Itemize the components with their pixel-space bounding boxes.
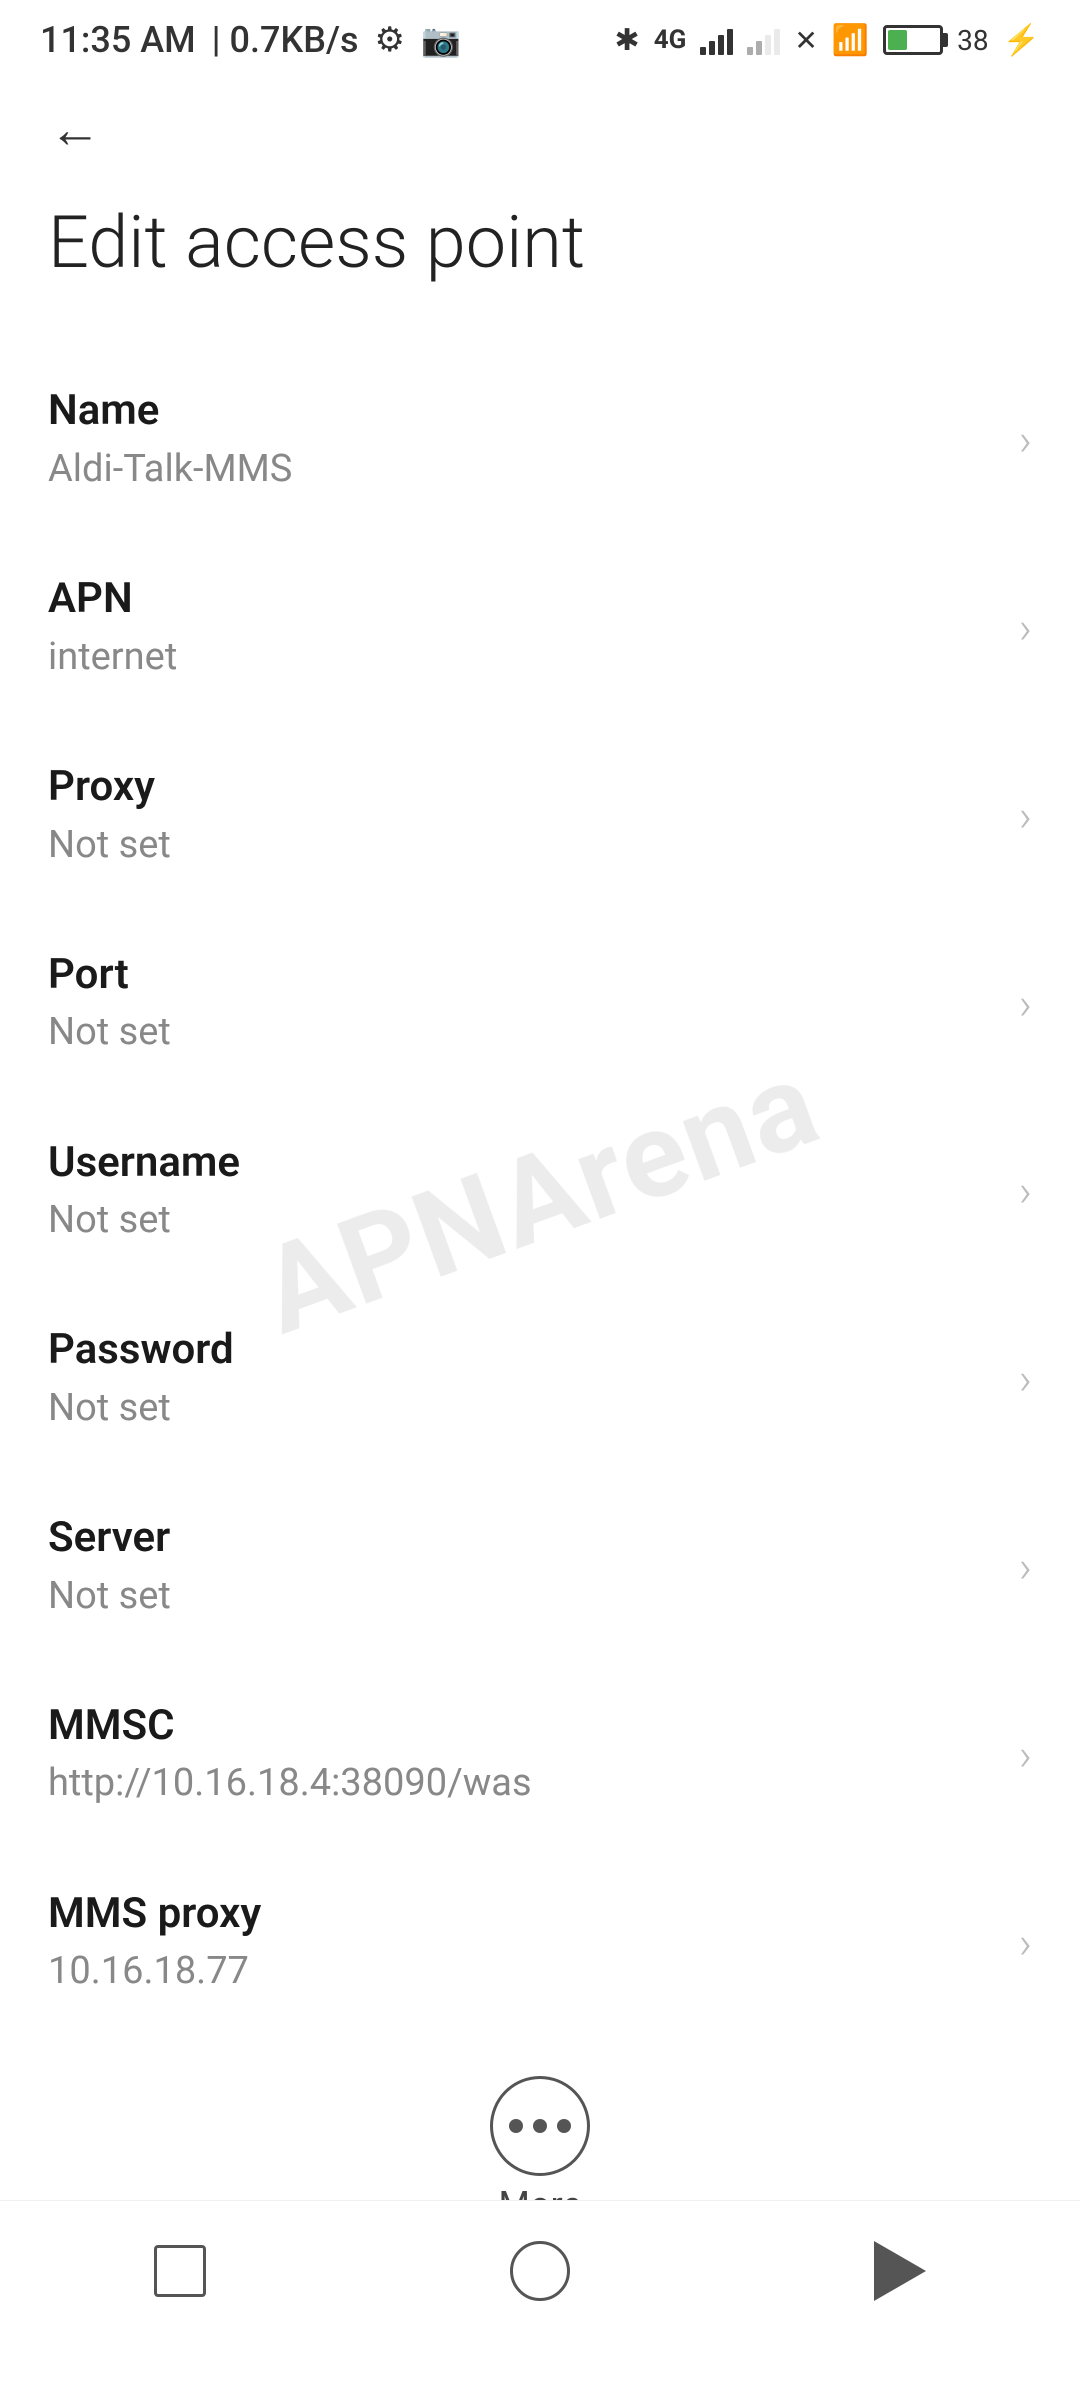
signal-bars-2 xyxy=(747,25,780,55)
settings-value-mms-proxy: 10.16.18.77 xyxy=(48,1945,999,1998)
more-dot-2 xyxy=(533,2119,547,2133)
settings-label-password: Password xyxy=(48,1323,999,1378)
settings-item-apn-content: APN internet xyxy=(48,572,999,684)
signal-cross-icon: ✕ xyxy=(794,24,817,57)
chevron-icon-apn: › xyxy=(1019,602,1032,654)
settings-item-port-content: Port Not set xyxy=(48,948,999,1060)
back-button[interactable]: ← xyxy=(40,95,110,165)
nav-home-button[interactable] xyxy=(495,2226,585,2316)
back-arrow-icon: ← xyxy=(49,104,101,156)
settings-item-password[interactable]: Password Not set › xyxy=(0,1285,1080,1473)
video-icon: 📷 xyxy=(421,21,461,59)
settings-item-proxy-content: Proxy Not set xyxy=(48,760,999,872)
settings-item-mmsc-content: MMSC http://10.16.18.4:38090/was xyxy=(48,1699,999,1811)
status-bar: 11:35 AM | 0.7KB/s ⚙ 📷 ✱ 4G ✕ 📶 38 ⚡ xyxy=(0,0,1080,80)
recent-apps-icon xyxy=(154,2245,206,2297)
settings-item-name-content: Name Aldi-Talk-MMS xyxy=(48,384,999,496)
bluetooth-icon: ✱ xyxy=(615,23,640,58)
chevron-icon-server: › xyxy=(1019,1541,1032,1593)
settings-item-port[interactable]: Port Not set › xyxy=(0,910,1080,1098)
settings-value-mmsc: http://10.16.18.4:38090/was xyxy=(48,1757,999,1810)
settings-item-apn[interactable]: APN internet › xyxy=(0,534,1080,722)
chevron-icon-mmsc: › xyxy=(1019,1729,1032,1781)
chevron-icon-proxy: › xyxy=(1019,790,1032,842)
network-4g-icon: 4G xyxy=(654,25,687,55)
settings-value-server: Not set xyxy=(48,1570,999,1623)
navigation-bar xyxy=(0,2200,1080,2340)
settings-item-password-content: Password Not set xyxy=(48,1323,999,1435)
signal-bars-1 xyxy=(700,25,733,55)
settings-item-proxy[interactable]: Proxy Not set › xyxy=(0,722,1080,910)
settings-label-server: Server xyxy=(48,1511,999,1566)
status-left: 11:35 AM | 0.7KB/s ⚙ 📷 xyxy=(40,19,461,61)
chevron-icon-port: › xyxy=(1019,978,1032,1030)
settings-list: Name Aldi-Talk-MMS › APN internet › Prox… xyxy=(0,346,1080,2036)
charging-icon: ⚡ xyxy=(1003,23,1040,58)
battery-indicator xyxy=(883,25,943,55)
settings-label-apn: APN xyxy=(48,572,999,627)
settings-value-proxy: Not set xyxy=(48,819,999,872)
settings-value-apn: internet xyxy=(48,631,999,684)
settings-item-mms-proxy-content: MMS proxy 10.16.18.77 xyxy=(48,1887,999,1999)
settings-item-name[interactable]: Name Aldi-Talk-MMS › xyxy=(0,346,1080,534)
settings-label-mms-proxy: MMS proxy xyxy=(48,1887,999,1942)
settings-label-mmsc: MMSC xyxy=(48,1699,999,1754)
settings-label-username: Username xyxy=(48,1136,999,1191)
settings-item-username-content: Username Not set xyxy=(48,1136,999,1248)
chevron-icon-username: › xyxy=(1019,1165,1032,1217)
time-display: 11:35 AM xyxy=(40,19,196,61)
speed-display: | 0.7KB/s xyxy=(212,19,359,61)
settings-label-name: Name xyxy=(48,384,999,439)
nav-recent-button[interactable] xyxy=(135,2226,225,2316)
wifi-icon: 📶 xyxy=(832,23,869,58)
settings-value-username: Not set xyxy=(48,1194,999,1247)
settings-item-mmsc[interactable]: MMSC http://10.16.18.4:38090/was › xyxy=(0,1661,1080,1849)
more-dot-3 xyxy=(557,2119,571,2133)
chevron-icon-mms-proxy: › xyxy=(1019,1917,1032,1969)
chevron-icon-name: › xyxy=(1019,414,1032,466)
back-icon xyxy=(874,2241,926,2301)
settings-value-port: Not set xyxy=(48,1006,999,1059)
status-right: ✱ 4G ✕ 📶 38 ⚡ xyxy=(615,23,1040,58)
settings-item-username[interactable]: Username Not set › xyxy=(0,1098,1080,1286)
settings-icon: ⚙ xyxy=(375,20,405,60)
settings-item-server[interactable]: Server Not set › xyxy=(0,1473,1080,1661)
chevron-icon-password: › xyxy=(1019,1353,1032,1405)
more-button[interactable] xyxy=(490,2076,590,2176)
toolbar: ← xyxy=(0,80,1080,180)
settings-item-server-content: Server Not set xyxy=(48,1511,999,1623)
settings-label-proxy: Proxy xyxy=(48,760,999,815)
home-icon xyxy=(510,2241,570,2301)
settings-value-password: Not set xyxy=(48,1382,999,1435)
more-dot-1 xyxy=(509,2119,523,2133)
page-title: Edit access point xyxy=(0,180,1080,346)
settings-item-mms-proxy[interactable]: MMS proxy 10.16.18.77 › xyxy=(0,1849,1080,2037)
nav-back-button[interactable] xyxy=(855,2226,945,2316)
settings-label-port: Port xyxy=(48,948,999,1003)
battery-percentage: 38 xyxy=(957,24,988,57)
settings-value-name: Aldi-Talk-MMS xyxy=(48,443,999,496)
more-dots-icon xyxy=(509,2119,571,2133)
